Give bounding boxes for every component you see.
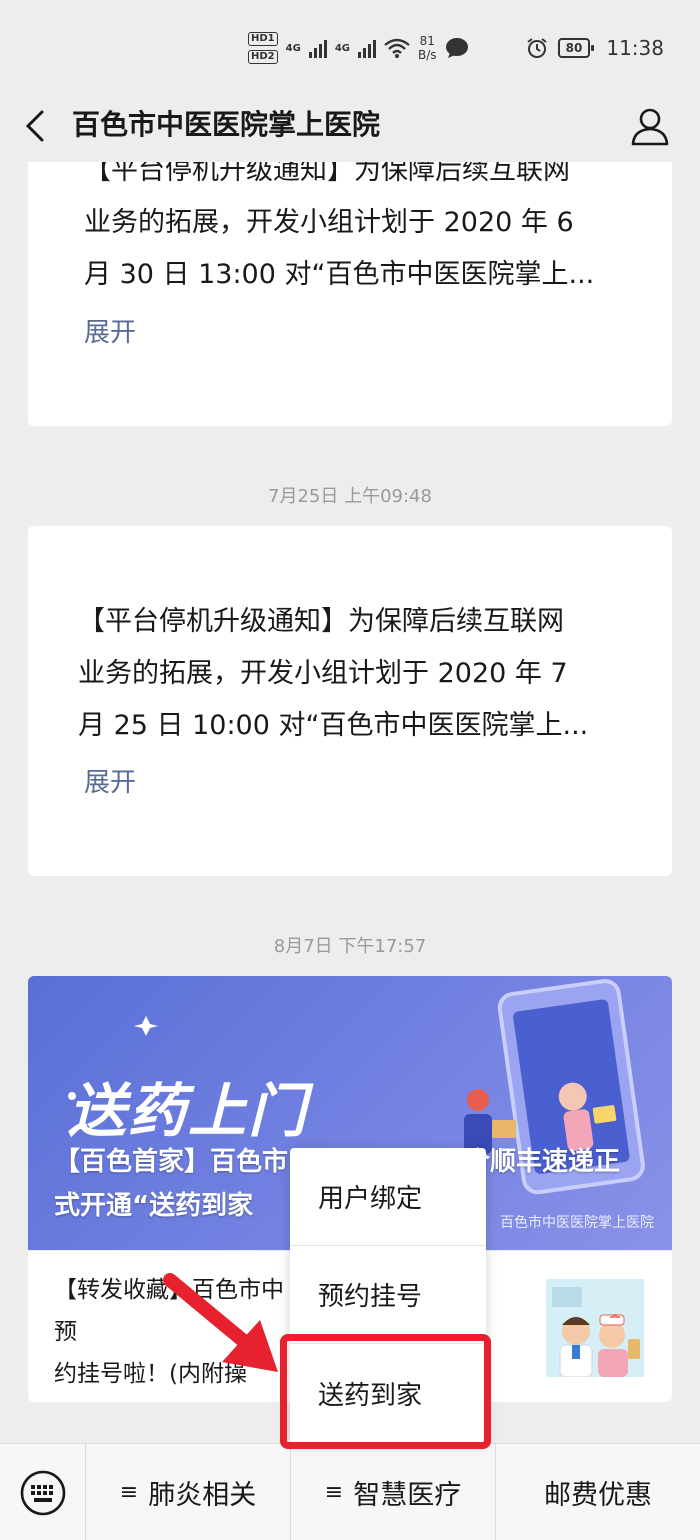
battery-icon: 80 <box>557 38 595 58</box>
back-arrow-icon[interactable] <box>20 108 52 144</box>
cover-art-text: 送药上门 <box>68 1077 309 1145</box>
tab-pneumonia[interactable]: ≡ 肺炎相关 <box>86 1444 291 1540</box>
hd1-badge: HD1 <box>248 32 278 46</box>
signal-bars-1-icon <box>308 38 327 58</box>
keyboard-icon <box>20 1470 65 1515</box>
timestamp-2: 7月25日 上午09:48 <box>268 486 432 507</box>
menu-lines-icon: ≡ <box>119 1480 139 1505</box>
highlight-box <box>280 1334 491 1449</box>
red-arrow-icon <box>163 1273 278 1372</box>
net-speed: 81 B/s <box>418 34 437 62</box>
menu-lines-icon: ≡ <box>324 1480 344 1505</box>
speed-value: 81 <box>419 34 435 48</box>
timestamp-3: 8月7日 下午17:57 <box>273 936 427 957</box>
status-right: 80 11:38 <box>526 36 664 60</box>
chat-bubble-icon <box>445 38 468 58</box>
sub-article-thumbnail <box>546 1279 644 1377</box>
expand-link-2[interactable]: 展开 <box>84 762 136 799</box>
menu-item-user-binding[interactable]: 用户绑定 <box>290 1148 486 1246</box>
article-title-part-1: 【百色首家】百色市 <box>54 1147 289 1177</box>
alarm-clock-icon <box>527 38 547 58</box>
user-profile-icon[interactable] <box>630 106 670 146</box>
bottom-menu-bar: ≡ 肺炎相关 ≡ 智慧医疗 邮费优惠 <box>0 1443 700 1540</box>
hd2-badge: HD2 <box>248 50 278 64</box>
keyboard-toggle[interactable] <box>0 1444 86 1540</box>
message-text-1: 【平台停机升级通知】为保障后续互联网 业务的拓展，开发小组计划于 2020 年 … <box>84 155 595 290</box>
clock-time: 11:38 <box>606 36 664 60</box>
status-left: HD1 HD2 4G 4G 81 B/s <box>248 32 469 64</box>
tab-postage-discount-label: 邮费优惠 <box>544 1480 652 1511</box>
expand-link-1[interactable]: 展开 <box>84 312 136 349</box>
article-title-part-1b: 合顺丰速递正 <box>464 1147 621 1177</box>
message-text-2: 【平台停机升级通知】为保障后续互联网 业务的拓展，开发小组计划于 2020 年 … <box>78 606 589 741</box>
signal-label-2: 4G <box>334 42 350 54</box>
tab-pneumonia-label: 肺炎相关 <box>148 1480 257 1511</box>
article-source: 百色市中医医院掌上医院 <box>500 1215 654 1231</box>
signal-label-1: 4G <box>285 42 301 54</box>
signal-bars-2-icon <box>357 38 376 58</box>
tab-smart-medical[interactable]: ≡ 智慧医疗 <box>291 1444 496 1540</box>
status-bar: HD1 HD2 4G 4G 81 B/s 80 11:38 <box>0 0 700 100</box>
doctor-nurse-illustration <box>546 1279 644 1377</box>
tab-postage-discount[interactable]: 邮费优惠 <box>496 1444 700 1540</box>
sub-article-title-part-1b: 预 <box>54 1319 77 1345</box>
speed-unit: B/s <box>417 48 437 62</box>
tab-smart-medical-label: 智慧医疗 <box>353 1480 462 1511</box>
hd-indicators: HD1 HD2 <box>248 32 278 64</box>
message-card-2[interactable]: 【平台停机升级通知】为保障后续互联网 业务的拓展，开发小组计划于 2020 年 … <box>28 526 672 876</box>
nav-bar: 百色市中医医院掌上医院 <box>0 90 700 162</box>
menu-item-appointment[interactable]: 预约挂号 <box>290 1246 486 1344</box>
message-card-1[interactable]: 【平台停机升级通知】为保障后续互联网 业务的拓展，开发小组计划于 2020 年 … <box>28 120 672 426</box>
page-title: 百色市中医医院掌上医院 <box>72 108 381 141</box>
wifi-icon <box>384 38 410 58</box>
